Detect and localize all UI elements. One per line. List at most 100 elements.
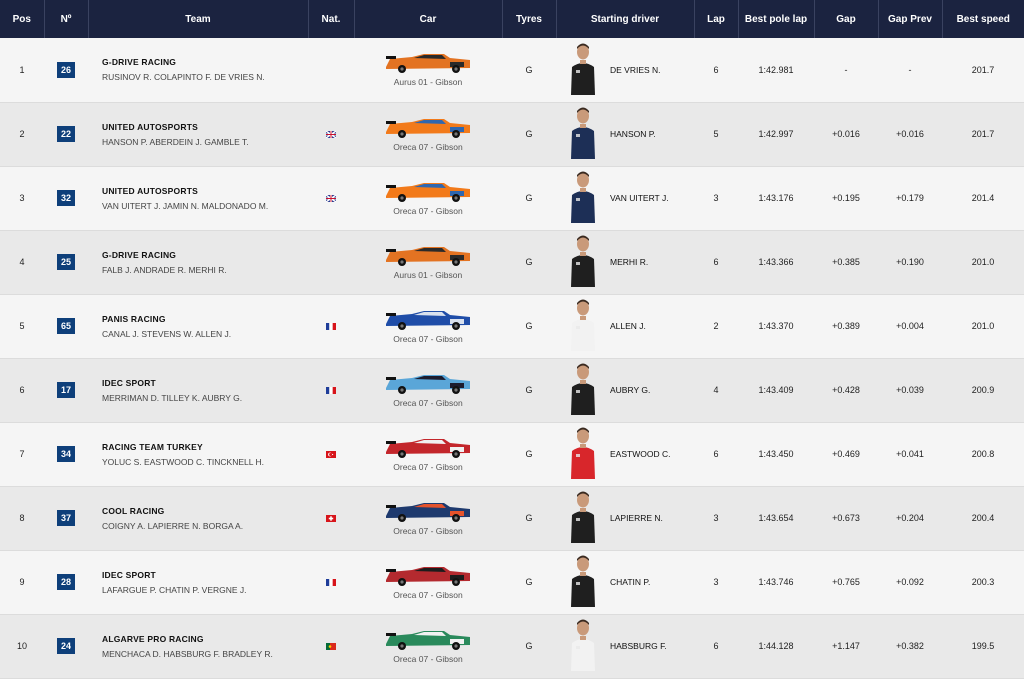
starting-driver-cell[interactable]: AUBRY G. bbox=[556, 358, 694, 423]
team-cell[interactable]: UNITED AUTOSPORTS VAN UITERT J. JAMIN N.… bbox=[88, 166, 308, 231]
tyres-cell: G bbox=[502, 230, 556, 295]
car-number-badge: 24 bbox=[57, 638, 75, 654]
team-cell[interactable]: RACING TEAM TURKEY YOLUC S. EASTWOOD C. … bbox=[88, 422, 308, 487]
header-number[interactable]: Nº bbox=[44, 0, 89, 38]
starting-driver-cell[interactable]: HANSON P. bbox=[556, 102, 694, 167]
nationality-cell bbox=[308, 230, 354, 295]
tyres-cell: G bbox=[502, 102, 556, 167]
tyres-cell: G bbox=[502, 422, 556, 487]
table-row[interactable]: 9 28 IDEC SPORT LAFARGUE P. CHATIN P. VE… bbox=[0, 550, 1024, 615]
car-number-badge: 26 bbox=[57, 61, 75, 78]
team-cell[interactable]: COOL RACING COIGNY A. LAPIERRE N. BORGA … bbox=[88, 486, 308, 551]
car-number-badge: 65 bbox=[57, 318, 75, 334]
table-row[interactable]: 5 65 PANIS RACING CANAL J. STEVENS W. AL… bbox=[0, 294, 1024, 359]
driver-name: AUBRY G. bbox=[610, 385, 651, 395]
driver-avatar bbox=[568, 299, 598, 353]
header-tyres[interactable]: Tyres bbox=[502, 0, 557, 38]
team-cell[interactable]: G-DRIVE RACING FALB J. ANDRADE R. MERHI … bbox=[88, 230, 308, 295]
car-number-cell: 25 bbox=[44, 230, 88, 295]
nationality-cell bbox=[308, 166, 354, 231]
driver-name: MERHI R. bbox=[610, 257, 649, 267]
flag-tr-icon bbox=[326, 451, 336, 459]
car-cell: Oreca 07 - Gibson bbox=[354, 358, 502, 423]
car-number-cell: 65 bbox=[44, 294, 88, 359]
header-best-speed[interactable]: Best speed bbox=[942, 0, 1024, 38]
lap-cell: 3 bbox=[694, 486, 738, 551]
team-drivers: COIGNY A. LAPIERRE N. BORGA A. bbox=[102, 520, 244, 531]
team-cell[interactable]: G-DRIVE RACING RUSINOV R. COLAPINTO F. D… bbox=[88, 38, 308, 103]
gap-cell: +0.385 bbox=[814, 230, 878, 295]
best-pole-lap-cell: 1:43.370 bbox=[738, 294, 814, 359]
car-model: Aurus 01 - Gibson bbox=[393, 269, 463, 280]
best-speed-cell: 200.8 bbox=[942, 422, 1024, 487]
team-cell[interactable]: IDEC SPORT LAFARGUE P. CHATIN P. VERGNE … bbox=[88, 550, 308, 615]
car-cell: Oreca 07 - Gibson bbox=[354, 550, 502, 615]
car-model: Oreca 07 - Gibson bbox=[393, 141, 463, 152]
tyres-cell: G bbox=[502, 294, 556, 359]
tyres-cell: G bbox=[502, 486, 556, 551]
driver-avatar bbox=[568, 491, 598, 545]
car-model: Oreca 07 - Gibson bbox=[393, 653, 463, 664]
nationality-cell bbox=[308, 358, 354, 423]
table-row[interactable]: 2 22 UNITED AUTOSPORTS HANSON P. ABERDEI… bbox=[0, 102, 1024, 167]
position-cell: 6 bbox=[0, 358, 44, 423]
header-pos[interactable]: Pos bbox=[0, 0, 45, 38]
team-cell[interactable]: PANIS RACING CANAL J. STEVENS W. ALLEN J… bbox=[88, 294, 308, 359]
team-cell[interactable]: ALGARVE PRO RACING MENCHACA D. HABSBURG … bbox=[88, 614, 308, 679]
table-row[interactable]: 4 25 G-DRIVE RACING FALB J. ANDRADE R. M… bbox=[0, 230, 1024, 295]
header-gap[interactable]: Gap bbox=[814, 0, 879, 38]
starting-driver-cell[interactable]: MERHI R. bbox=[556, 230, 694, 295]
table-row[interactable]: 1 26 G-DRIVE RACING RUSINOV R. COLAPINTO… bbox=[0, 38, 1024, 103]
best-pole-lap-cell: 1:42.997 bbox=[738, 102, 814, 167]
driver-name: CHATIN P. bbox=[610, 577, 651, 587]
best-pole-lap-cell: 1:43.746 bbox=[738, 550, 814, 615]
nationality-cell bbox=[308, 486, 354, 551]
team-name: UNITED AUTOSPORTS bbox=[102, 121, 198, 132]
position-cell: 3 bbox=[0, 166, 44, 231]
table-row[interactable]: 10 24 ALGARVE PRO RACING MENCHACA D. HAB… bbox=[0, 614, 1024, 679]
car-number-cell: 37 bbox=[44, 486, 88, 551]
gap-cell: +0.765 bbox=[814, 550, 878, 615]
starting-driver-cell[interactable]: HABSBURG F. bbox=[556, 614, 694, 679]
best-pole-lap-cell: 1:43.176 bbox=[738, 166, 814, 231]
header-gap-prev[interactable]: Gap Prev bbox=[878, 0, 943, 38]
best-speed-cell: 200.3 bbox=[942, 550, 1024, 615]
header-starting-driver[interactable]: Starting driver bbox=[556, 0, 695, 38]
starting-driver-cell[interactable]: CHATIN P. bbox=[556, 550, 694, 615]
tyres-cell: G bbox=[502, 166, 556, 231]
car-number-badge: 17 bbox=[57, 382, 75, 398]
team-cell[interactable]: UNITED AUTOSPORTS HANSON P. ABERDEIN J. … bbox=[88, 102, 308, 167]
starting-driver-cell[interactable]: EASTWOOD C. bbox=[556, 422, 694, 487]
tyres-cell: G bbox=[502, 38, 556, 103]
starting-driver-cell[interactable]: DE VRIES N. bbox=[556, 38, 694, 103]
best-speed-cell: 201.7 bbox=[942, 102, 1024, 167]
nationality-cell bbox=[308, 422, 354, 487]
gap-prev-cell: +0.039 bbox=[878, 358, 942, 423]
driver-avatar bbox=[568, 619, 598, 673]
team-name: RACING TEAM TURKEY bbox=[102, 441, 203, 452]
team-name: PANIS RACING bbox=[102, 313, 166, 324]
car-number-badge: 37 bbox=[57, 510, 75, 526]
table-row[interactable]: 8 37 COOL RACING COIGNY A. LAPIERRE N. B… bbox=[0, 486, 1024, 551]
header-nationality[interactable]: Nat. bbox=[308, 0, 355, 38]
header-car[interactable]: Car bbox=[354, 0, 503, 38]
driver-avatar bbox=[568, 171, 598, 225]
car-image bbox=[384, 629, 472, 653]
header-best-pole-lap[interactable]: Best pole lap bbox=[738, 0, 815, 38]
starting-driver-cell[interactable]: VAN UITERT J. bbox=[556, 166, 694, 231]
position-cell: 7 bbox=[0, 422, 44, 487]
team-cell[interactable]: IDEC SPORT MERRIMAN D. TILLEY K. AUBRY G… bbox=[88, 358, 308, 423]
car-number-cell: 34 bbox=[44, 422, 88, 487]
starting-driver-cell[interactable]: LAPIERRE N. bbox=[556, 486, 694, 551]
table-row[interactable]: 6 17 IDEC SPORT MERRIMAN D. TILLEY K. AU… bbox=[0, 358, 1024, 423]
table-row[interactable]: 3 32 UNITED AUTOSPORTS VAN UITERT J. JAM… bbox=[0, 166, 1024, 231]
starting-driver-cell[interactable]: ALLEN J. bbox=[556, 294, 694, 359]
header-lap[interactable]: Lap bbox=[694, 0, 739, 38]
gap-prev-cell: +0.179 bbox=[878, 166, 942, 231]
gap-prev-cell: +0.204 bbox=[878, 486, 942, 551]
best-speed-cell: 200.9 bbox=[942, 358, 1024, 423]
table-row[interactable]: 7 34 RACING TEAM TURKEY YOLUC S. EASTWOO… bbox=[0, 422, 1024, 487]
flag-fr-icon bbox=[326, 323, 336, 331]
header-team[interactable]: Team bbox=[88, 0, 309, 38]
lap-cell: 6 bbox=[694, 422, 738, 487]
